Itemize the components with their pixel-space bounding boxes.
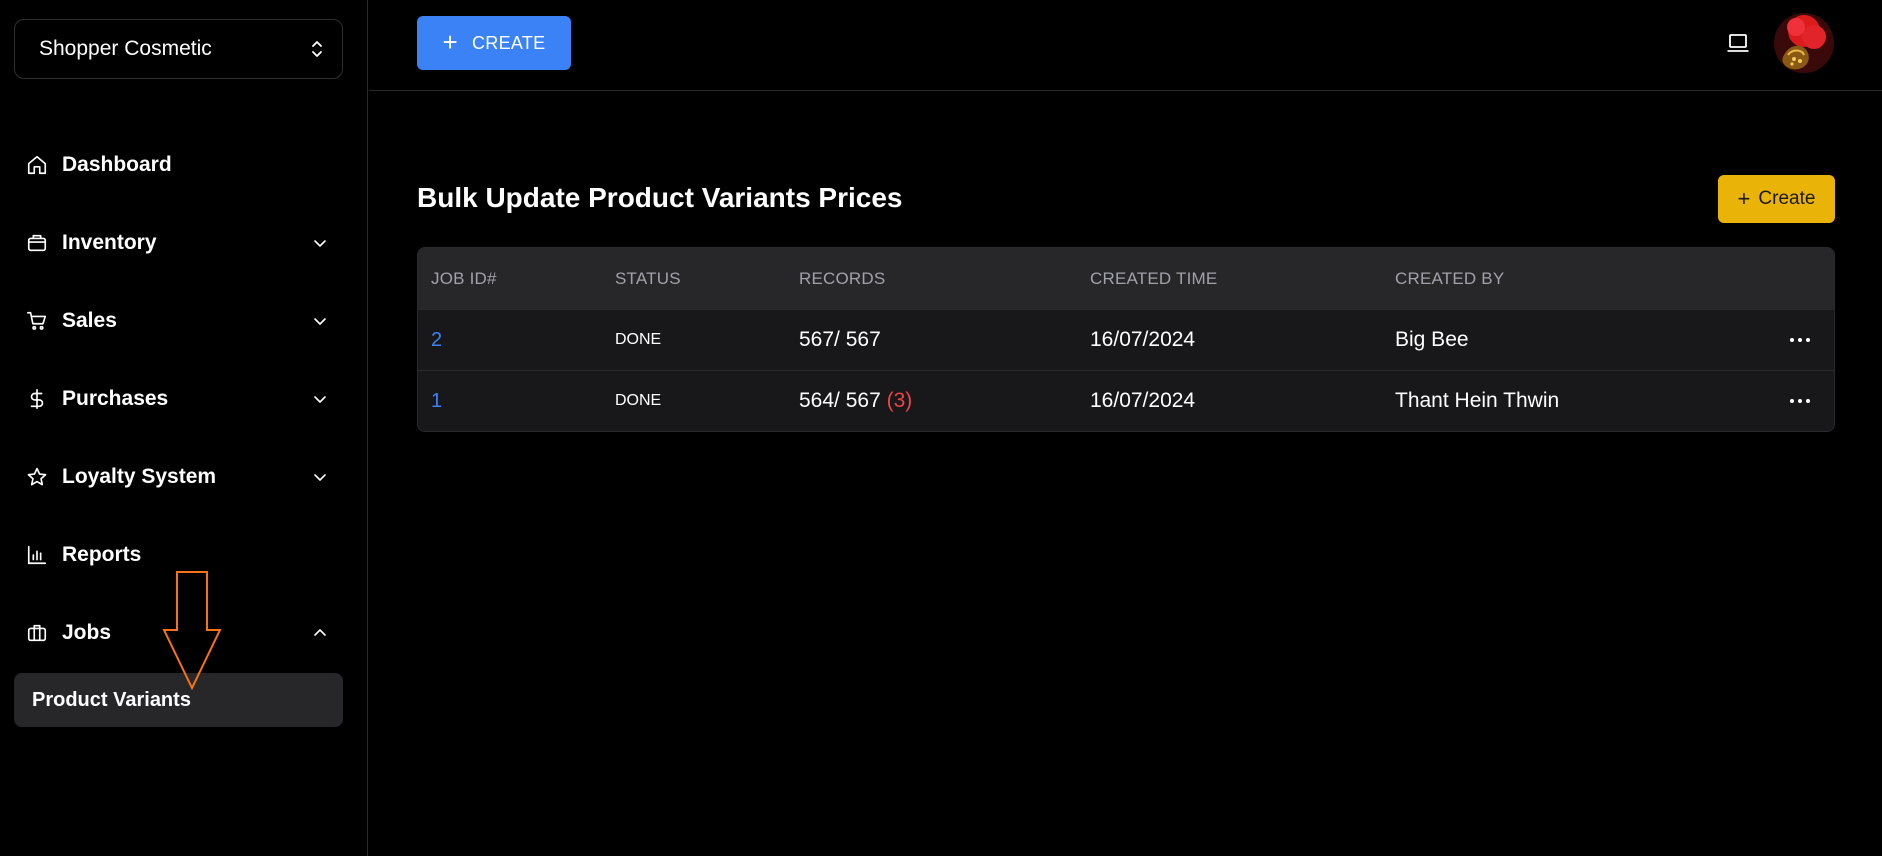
column-header-records[interactable]: RECORDS <box>799 269 885 289</box>
job-id-link[interactable]: 1 <box>431 390 442 413</box>
created-by: Thant Hein Thwin <box>1395 389 1560 412</box>
sidebar-subitem-product-variants[interactable]: Product Variants <box>14 673 343 727</box>
sidebar-nav: Dashboard Inventory Sales Purchases Loya… <box>0 126 368 672</box>
chevron-down-icon <box>314 318 326 326</box>
sidebar-item-reports[interactable]: Reports <box>0 516 368 594</box>
sidebar-item-inventory[interactable]: Inventory <box>0 204 368 282</box>
sidebar-item-purchases[interactable]: Purchases <box>0 360 368 438</box>
more-options-icon[interactable] <box>1790 336 1814 344</box>
chevron-down-icon <box>314 240 326 248</box>
job-id-link[interactable]: 2 <box>431 329 442 352</box>
create-job-button[interactable]: + Create <box>1718 175 1835 223</box>
sidebar-item-label: Reports <box>62 543 142 566</box>
column-header-job-id[interactable]: JOB ID# <box>431 269 497 289</box>
shop-name: Shopper Cosmetic <box>39 37 212 60</box>
topbar: + CREATE <box>369 0 1882 91</box>
created-time: 16/07/2024 <box>1090 389 1196 412</box>
sidebar-item-label: Inventory <box>62 231 157 254</box>
chevron-down-icon <box>314 474 326 482</box>
page-title: Bulk Update Product Variants Prices <box>417 182 903 213</box>
failed-count: (3) <box>886 389 913 412</box>
created-by: Big Bee <box>1395 328 1469 351</box>
table-row[interactable]: 1 DONE 564/ 567 (3) 16/07/2024 Thant Hei… <box>418 370 1834 431</box>
table-row[interactable]: 2 DONE 567/ 567 16/07/2024 Big Bee <box>418 309 1834 370</box>
create-button[interactable]: + CREATE <box>417 16 571 70</box>
sidebar-item-label: Dashboard <box>62 153 172 176</box>
records-value: 564/ 567 <box>799 389 881 412</box>
created-time: 16/07/2024 <box>1090 328 1196 351</box>
column-header-created-by[interactable]: CREATED BY <box>1395 269 1504 289</box>
star-icon <box>26 466 48 488</box>
cart-icon <box>26 310 48 332</box>
status-badge: DONE <box>615 331 662 348</box>
plus-icon: + <box>442 27 458 57</box>
sidebar-item-label: Sales <box>62 309 117 332</box>
status-badge: DONE <box>615 392 662 409</box>
sidebar-item-dashboard[interactable]: Dashboard <box>0 126 368 204</box>
sidebar-item-jobs[interactable]: Jobs <box>0 594 368 672</box>
sidebar-item-label: Purchases <box>62 387 169 410</box>
home-icon <box>26 154 48 176</box>
shop-selector[interactable]: Shopper Cosmetic <box>14 19 343 79</box>
jobs-table: JOB ID# STATUS RECORDS CREATED TIME CREA… <box>417 247 1835 432</box>
bar-chart-icon <box>26 544 48 566</box>
chevron-updown-icon <box>312 41 322 57</box>
records-value: 567/ 567 <box>799 328 881 351</box>
chevron-down-icon <box>314 396 326 404</box>
records-count: 564/ 567 (3) <box>799 389 912 413</box>
sidebar-item-loyalty-system[interactable]: Loyalty System <box>0 438 368 516</box>
sidebar: Shopper Cosmetic Dashboard Inventory Sal… <box>0 0 368 856</box>
create-button-label: CREATE <box>472 32 546 53</box>
table-header: JOB ID# STATUS RECORDS CREATED TIME CREA… <box>418 248 1834 309</box>
dollar-icon <box>26 388 48 410</box>
plus-icon: + <box>1737 186 1751 211</box>
sidebar-item-label: Loyalty System <box>62 465 217 488</box>
laptop-icon[interactable] <box>1726 32 1750 54</box>
create-job-button-label: Create <box>1758 188 1816 209</box>
avatar[interactable] <box>1774 13 1834 73</box>
column-header-status[interactable]: STATUS <box>615 269 681 289</box>
records-count: 567/ 567 <box>799 328 881 352</box>
sidebar-item-sales[interactable]: Sales <box>0 282 368 360</box>
chevron-up-icon <box>314 628 326 636</box>
more-options-icon[interactable] <box>1790 397 1814 405</box>
sidebar-item-label: Jobs <box>62 621 112 644</box>
column-header-created-time[interactable]: CREATED TIME <box>1090 269 1217 289</box>
package-icon <box>26 232 48 254</box>
briefcase-icon <box>26 622 48 644</box>
